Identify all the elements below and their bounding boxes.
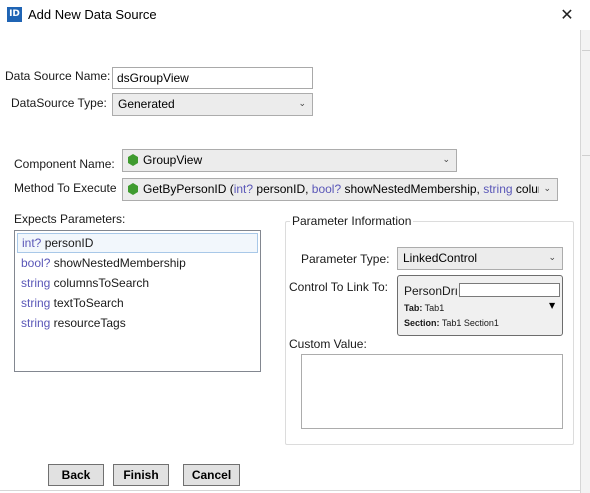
edge-mark (582, 50, 590, 51)
list-item[interactable]: int? personID (17, 233, 258, 253)
custom-value-label: Custom Value: (289, 337, 367, 351)
chevron-down-icon: ⌄ (442, 155, 450, 165)
parameter-type-label: Parameter Type: (301, 252, 390, 266)
method-sig-open: ( (226, 182, 234, 196)
linked-control-tab: Tab: Tab1 (404, 303, 444, 313)
datasource-type-select[interactable]: Generated ⌄ (112, 93, 313, 116)
param-type: string (21, 296, 51, 310)
list-item[interactable]: string resourceTags (17, 313, 258, 333)
list-item[interactable]: bool? showNestedMembership (17, 253, 258, 273)
linked-control-input[interactable] (459, 283, 560, 297)
param-name: personID (41, 236, 94, 250)
datasource-type-value: Generated (118, 97, 175, 111)
linked-control-picker[interactable]: PersonDrı Tab: Tab1 Section: Tab1 Sectio… (397, 275, 563, 336)
app-icon: ID (7, 7, 22, 22)
method-param-type: bool? (311, 182, 342, 196)
tab-key: Tab: (404, 303, 423, 313)
add-data-source-dialog: ID Add New Data Source ✕ Data Source Nam… (0, 0, 590, 493)
param-name: resourceTags (50, 316, 126, 330)
method-param-name: showNestedMembership, (341, 182, 484, 196)
linked-control-section: Section: Tab1 Section1 (404, 318, 499, 328)
parameter-information-legend: Parameter Information (290, 214, 414, 228)
param-type: string (21, 316, 51, 330)
parameter-type-select[interactable]: LinkedControl ⌄ (397, 247, 563, 270)
component-icon (128, 154, 138, 166)
window-edge (581, 30, 590, 493)
window-edge-line (580, 30, 581, 493)
tab-value: Tab1 (422, 303, 445, 313)
param-type: bool? (21, 256, 51, 270)
dropdown-arrow-icon[interactable]: ▼ (549, 301, 555, 310)
param-name: textToSearch (50, 296, 124, 310)
section-key: Section: (404, 318, 440, 328)
method-param-name: colur (512, 182, 542, 196)
method-param-name: personID, (253, 182, 312, 196)
chevron-down-icon: ⌄ (548, 253, 556, 263)
finish-button[interactable]: Finish (113, 464, 169, 486)
custom-value-field[interactable] (301, 354, 563, 429)
parameter-type-value: LinkedControl (403, 251, 478, 265)
method-param-type: string (483, 182, 513, 196)
param-name: columnsToSearch (50, 276, 150, 290)
method-name: GetByPersonID (143, 182, 227, 196)
chevron-down-icon: ⌄ (539, 179, 551, 200)
method-label: Method To Execute (14, 181, 117, 195)
component-name-value: GroupView (143, 153, 203, 167)
linked-control-name: PersonDrı (404, 284, 458, 298)
method-icon (128, 183, 138, 195)
datasource-type-label: DataSource Type: (11, 96, 107, 110)
expects-parameters-list[interactable]: int? personID bool? showNestedMembership… (14, 230, 261, 372)
param-type: int? (22, 236, 42, 250)
window-bottom-line (0, 490, 581, 491)
expects-parameters-label: Expects Parameters: (14, 212, 126, 226)
close-button[interactable]: ✕ (552, 2, 582, 28)
component-name-select[interactable]: GroupView ⌄ (122, 149, 457, 172)
list-item[interactable]: string columnsToSearch (17, 273, 258, 293)
param-name: showNestedMembership (50, 256, 186, 270)
back-button[interactable]: Back (48, 464, 104, 486)
close-icon: ✕ (560, 5, 574, 24)
method-select[interactable]: GetByPersonID (int? personID, bool? show… (122, 178, 558, 201)
param-type: string (21, 276, 51, 290)
chevron-down-icon: ⌄ (298, 99, 306, 109)
edge-mark (582, 155, 590, 156)
section-value: Tab1 Section1 (439, 318, 499, 328)
component-name-label: Component Name: (14, 157, 115, 171)
data-source-name-field[interactable]: dsGroupView (112, 67, 313, 89)
cancel-button[interactable]: Cancel (183, 464, 240, 486)
method-param-type: int? (233, 182, 254, 196)
control-to-link-label: Control To Link To: (289, 280, 388, 294)
title-bar: ID Add New Data Source ✕ (0, 0, 590, 30)
window-title: Add New Data Source (28, 7, 157, 22)
data-source-name-label: Data Source Name: (5, 69, 111, 83)
list-item[interactable]: string textToSearch (17, 293, 258, 313)
